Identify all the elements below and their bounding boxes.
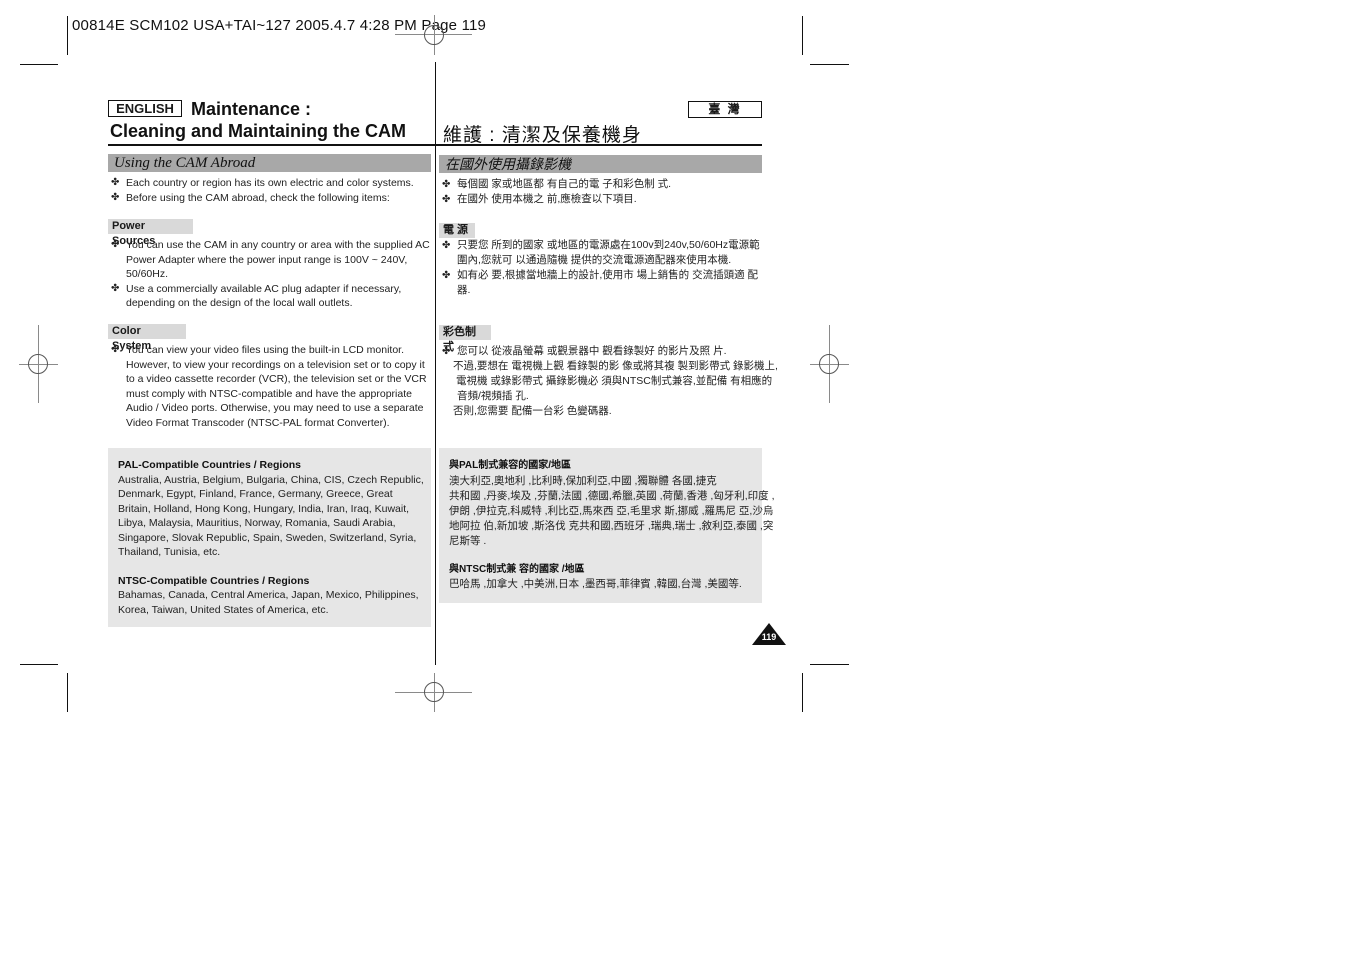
section-title-text: 在國外使用攝錄影機 [445,156,571,172]
crop-mark-br-h [810,664,849,665]
bullet-icon: ✤ [442,240,451,251]
color-bullets-en: ✤ You can view your video files using the… [109,343,431,430]
list-item: ✤ 如有必 要,根據當地牆上的設計,使用市 場上銷售的 交流插頭適 配器. [442,269,759,296]
pal-countries-zh: 澳大利亞,奧地利 ,比利時,保加利亞,中國 ,獨聯體 各國,捷克 共和國 ,丹麥… [449,474,775,547]
language-label-taiwan: 臺 灣 [688,101,762,118]
page-title-line2: Cleaning and Maintaining the CAM [110,121,406,141]
section-title-en: Using the CAM Abroad [108,154,431,172]
bullet-icon: ✤ [442,194,451,205]
crop-mark-tl-v [67,16,68,55]
compatible-countries-box-en: PAL-Compatible Countries / Regions Austr… [108,448,431,627]
intro-bullets-en: ✤ Each country or region has its own elec… [109,176,431,205]
page-number: 119 [761,632,777,642]
page-title-zh: 維護 : 清潔及保養機身 [443,125,642,146]
ntsc-countries: Bahamas, Canada, Central America, Japan,… [118,589,419,616]
bullet-icon: ✤ [111,177,120,188]
color-line: 電視機 或錄影帶式 攝錄影機必 須與NTSC制式兼容,並配備 有相應的 [456,375,773,387]
bullet-icon: ✤ [442,270,451,281]
power-bullets-zh: ✤ 只要您 所到的國家 或地區的電源處在100v到240v,50/60Hz電源範圍… [440,238,762,298]
ntsc-heading-zh: 與NTSC制式兼 容的國家 /地區 [449,563,585,575]
pal-heading-zh: 與PAL制式兼容的國家/地區 [449,460,572,471]
list-item: ✤ Use a commercially available AC plug ad… [111,282,402,310]
section-title-text: Using the CAM Abroad [114,155,256,171]
crop-mark-tr-h [810,64,849,65]
list-item: ✤ 您可以 從液晶螢幕 或觀景器中 觀看錄製好 的影片及照 片. [442,345,727,357]
crop-mark-br-v [802,673,803,712]
list-item: ✤ You can view your video files using the… [111,344,427,429]
crop-mark-tr-v [802,16,803,55]
ntsc-heading: NTSC-Compatible Countries / Regions [118,574,310,587]
color-heading-zh: 彩色制 式 [439,325,491,353]
color-line: 否則,您需要 配備一台彩 色變碼器. [453,405,612,417]
list-item: ✤ Before using the CAM abroad, check the … [111,191,390,204]
bullet-icon: ✤ [111,282,120,294]
power-heading-zh: 電 源 [439,223,475,238]
bullet-icon: ✤ [442,179,451,190]
header-rule [108,144,762,146]
bullet-icon: ✤ [111,344,120,355]
color-line: 不過,要想在 電視機上觀 看錄製的影 像或將其複 製到影帶式 錄影機上, [453,360,778,372]
list-item: ✤ 在國外 使用本機之 前,應檢查以下項目. [442,193,637,205]
color-text-zh: ✤ 您可以 從液晶螢幕 或觀景器中 觀看錄製好 的影片及照 片. 不過,要想在 電… [440,344,778,419]
list-item: ✤ 只要您 所到的國家 或地區的電源處在100v到240v,50/60Hz電源範圍… [442,239,760,266]
intro-bullets-zh: ✤ 每個國 家或地區都 有自己的電 子和彩色制 式. ✤ 在國外 使用本機之 前,應… [440,177,762,207]
power-sources-heading: Power Sources [108,219,193,247]
pal-countries: Australia, Austria, Belgium, Bulgaria, C… [118,473,424,559]
list-item: ✤ Each country or region has its own elec… [111,177,414,189]
pal-heading: PAL-Compatible Countries / Regions [118,459,301,471]
list-item: ✤ You can use the CAM in any country or a… [111,239,430,280]
section-title-zh: 在國外使用攝錄影機 [439,155,762,173]
crop-mark-tl-h [20,64,58,65]
color-line: 音頻/視頻插 孔. [457,390,529,402]
crop-mark-bl-v [67,673,68,712]
bullet-icon: ✤ [111,191,120,203]
page-title-line1: Maintenance : [191,99,312,119]
list-item: ✤ 每個國 家或地區都 有自己的電 子和彩色制 式. [442,178,672,190]
power-bullets-en: ✤ You can use the CAM in any country or a… [109,238,431,311]
column-divider [435,62,436,665]
bullet-icon: ✤ [111,239,120,250]
color-system-heading: Color System [108,324,186,352]
language-label-english: ENGLISH [108,100,182,117]
bullet-icon: ✤ [442,346,451,357]
compatible-countries-box-zh: 與PAL制式兼容的國家/地區 澳大利亞,奧地利 ,比利時,保加利亞,中國 ,獨聯… [439,448,775,603]
ntsc-countries-zh: 巴哈馬 ,加拿大 ,中美洲,日本 ,墨西哥,菲律賓 ,韓國,台灣 ,美國等. [449,578,742,590]
crop-mark-bl-h [20,664,58,665]
